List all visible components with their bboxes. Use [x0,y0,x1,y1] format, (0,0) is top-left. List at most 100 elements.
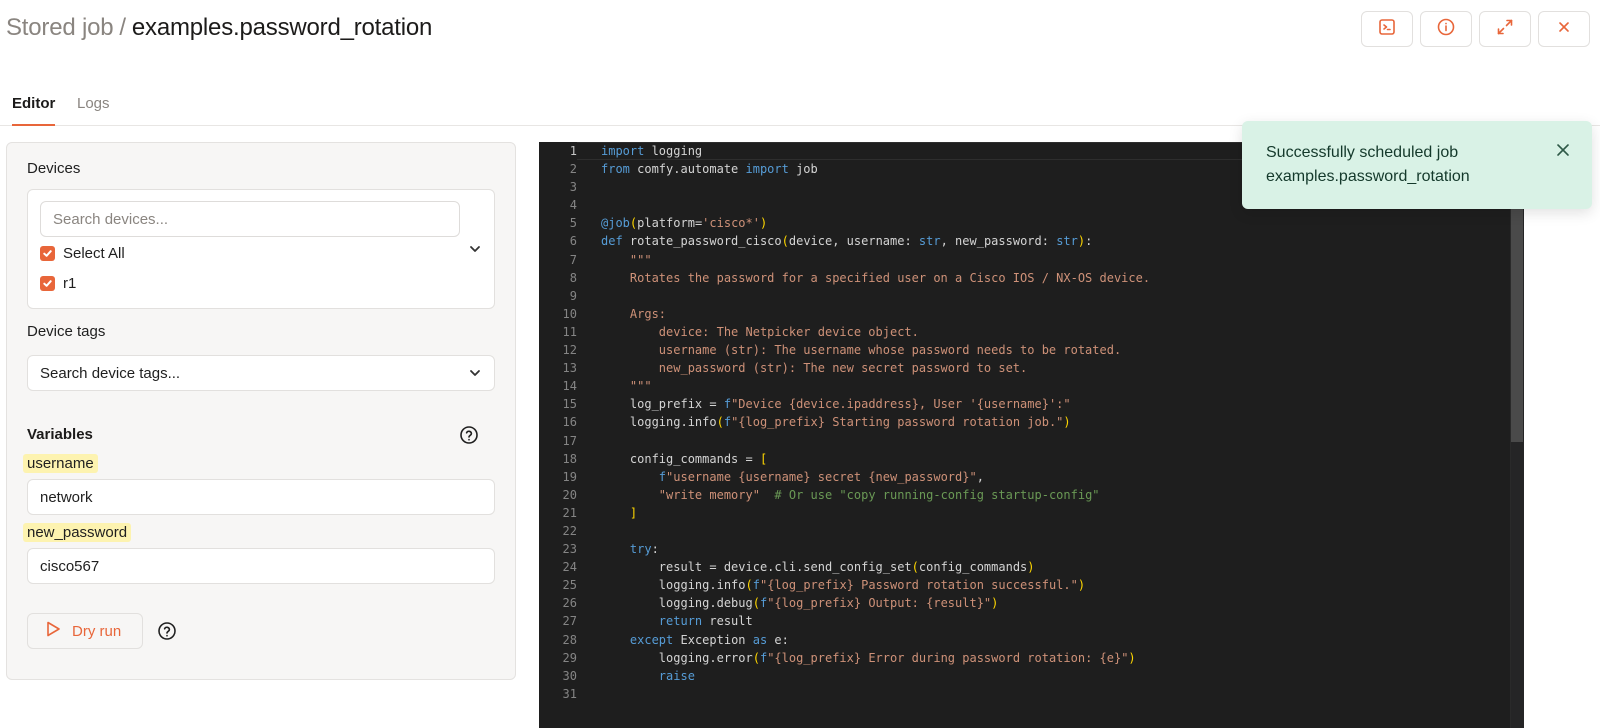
code-line[interactable]: logging.info(f"{log_prefix} Starting pas… [601,413,1510,431]
code-content[interactable]: import logging from comfy.automate import… [601,142,1510,703]
line-number: 18 [562,451,577,466]
code-line[interactable]: f"username {username} secret {new_passwo… [601,468,1510,486]
tab-logs[interactable]: Logs [77,94,110,114]
code-line[interactable]: device: The Netpicker device object. [601,323,1510,341]
code-line[interactable]: try: [601,540,1510,558]
code-line[interactable]: "write memory" # Or use "copy running-co… [601,486,1510,504]
device-r1-checkbox[interactable] [40,276,55,291]
code-editor[interactable]: 1 2 3 4 5 6 7 8 9 10 11 12 13 14 15 16 17 18 19 20 21 22 23 24 2… [539,142,1524,728]
code-line[interactable]: logging.info(f"{log_prefix} Password rot… [601,576,1510,594]
line-number: 17 [562,433,577,448]
new-password-label: new_password [23,523,132,542]
line-number: 27 [562,614,577,629]
select-all-checkbox[interactable] [40,246,55,261]
code-line[interactable]: """ [601,377,1510,395]
line-number: 25 [562,578,577,593]
line-number: 28 [562,632,577,647]
line-number: 1 [569,144,577,158]
help-icon[interactable] [157,621,177,641]
code-line[interactable]: log_prefix = f"Device {device.ipaddress}… [601,395,1510,413]
line-number: 6 [569,234,577,249]
line-number: 2 [569,162,577,177]
username-input[interactable] [27,479,495,515]
close-button[interactable] [1538,11,1590,47]
line-number: 24 [562,560,577,575]
line-number: 9 [569,288,577,303]
line-number: 3 [569,180,577,195]
job-editor-page: Stored job / examples.password_rotation Ed… [0,0,1600,728]
line-number: 8 [569,270,577,285]
line-number: 13 [562,361,577,376]
code-line[interactable]: new_password (str): The new secret passw… [601,359,1510,377]
line-number: 23 [562,542,577,557]
code-line[interactable]: result = device.cli.send_config_set(conf… [601,558,1510,576]
line-number: 30 [562,668,577,683]
line-number: 16 [562,415,577,430]
terminal-button[interactable] [1361,11,1413,47]
code-line[interactable] [601,287,1510,305]
code-line[interactable]: logging.error(f"{log_prefix} Error durin… [601,649,1510,667]
code-line[interactable]: raise [601,667,1510,685]
select-all-option[interactable]: Select All [40,245,125,262]
line-number: 5 [569,216,577,231]
username-label: username [23,454,98,473]
new-password-input[interactable] [27,548,495,584]
editor-scrollbar[interactable] [1510,142,1524,728]
code-line[interactable]: """ [601,251,1510,269]
line-number: 29 [562,650,577,665]
line-number: 11 [562,324,577,339]
scrollbar-thumb[interactable] [1511,202,1523,442]
code-line[interactable]: logging.debug(f"{log_prefix} Output: {re… [601,594,1510,612]
chevron-down-icon [468,366,482,380]
info-button[interactable] [1420,11,1472,47]
code-line[interactable] [601,685,1510,703]
toast-close-icon[interactable] [1554,141,1572,159]
line-number-gutter: 1 2 3 4 5 6 7 8 9 10 11 12 13 14 15 16 17 18 19 20 21 22 23 24 2… [539,142,577,703]
devices-search-input[interactable] [40,201,460,237]
close-icon [1554,17,1574,42]
device-tags-select[interactable]: Search device tags... [27,355,495,391]
chevron-down-icon[interactable] [468,242,482,256]
dry-run-button[interactable]: Dry run [27,613,143,649]
code-line[interactable] [601,522,1510,540]
expand-icon [1495,17,1515,42]
code-line[interactable] [601,432,1510,450]
line-number: 15 [562,397,577,412]
devices-label: Devices [27,160,81,177]
line-number: 4 [569,198,577,213]
success-toast: Successfully scheduled job examples.pass… [1242,121,1592,209]
dry-run-label: Dry run [72,622,122,640]
code-line[interactable]: config_commands = [ [601,450,1510,468]
code-line[interactable]: ] [601,504,1510,522]
device-tags-label: Device tags [27,323,106,340]
code-line[interactable]: username (str): The username whose passw… [601,341,1510,359]
line-number: 31 [562,686,577,701]
tab-editor[interactable]: Editor [12,94,56,126]
device-option-r1[interactable]: r1 [40,275,76,292]
line-number: 10 [562,306,577,321]
code-line[interactable]: @job(platform='cisco*') [601,214,1510,232]
code-line[interactable]: return result [601,612,1510,630]
line-number: 26 [562,596,577,611]
line-number: 21 [562,505,577,520]
code-line[interactable]: def rotate_password_cisco(device, userna… [601,232,1510,250]
select-all-label: Select All [63,245,125,262]
breadcrumb-parent[interactable]: Stored job [6,14,114,41]
expand-button[interactable] [1479,11,1531,47]
code-line[interactable]: Args: [601,305,1510,323]
line-number: 20 [562,487,577,502]
toast-message: Successfully scheduled job examples.pass… [1266,144,1470,185]
code-line[interactable]: except Exception as e: [601,631,1510,649]
code-line[interactable]: Rotates the password for a specified use… [601,269,1510,287]
job-form-panel: Devices Select All r1 Device tags Search… [6,142,516,680]
device-tags-placeholder: Search device tags... [40,364,181,382]
line-number: 12 [562,343,577,358]
line-number: 7 [569,252,577,267]
help-icon[interactable] [459,425,479,445]
check-icon [43,250,52,257]
job-name: examples.password_rotation [131,14,433,41]
terminal-icon [1377,17,1397,42]
breadcrumb-separator: / [119,14,126,41]
check-icon [43,280,52,287]
devices-multiselect[interactable]: Select All r1 [27,189,495,309]
